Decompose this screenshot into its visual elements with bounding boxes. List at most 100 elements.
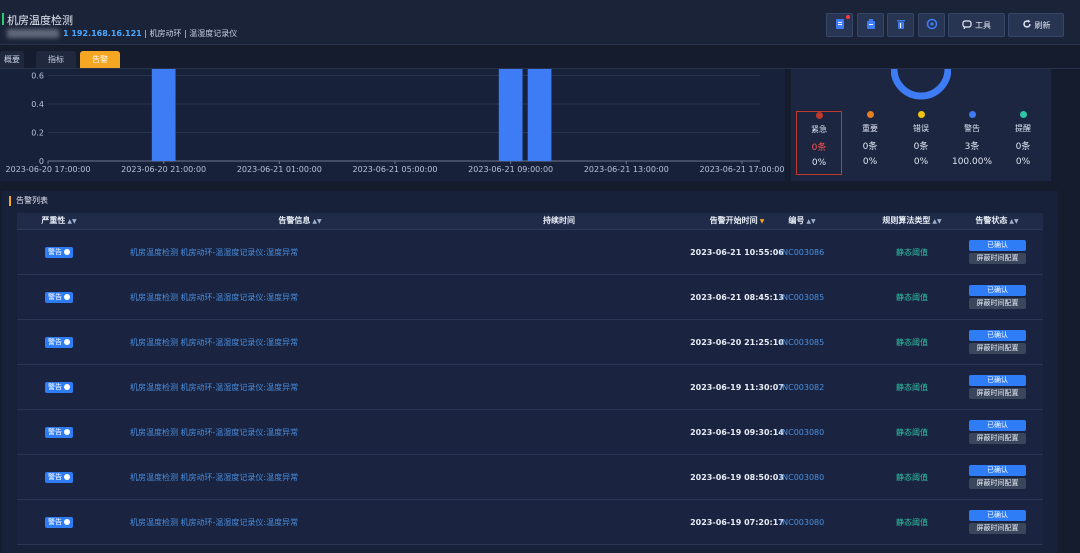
severity-badge[interactable]: 警告 <box>45 246 73 258</box>
x-tick-label: 2023-06-21 17:00:00 <box>700 165 785 174</box>
rule-type: 静态阈值 <box>896 292 928 302</box>
col-duration: 持续时间 <box>543 216 575 225</box>
acknowledged-button[interactable]: 已确认 <box>969 465 1026 476</box>
sort-icon: ▲▼ <box>67 218 77 225</box>
duration <box>499 500 619 544</box>
alert-code[interactable]: INC003082 <box>757 365 847 409</box>
mask-time-config-button[interactable]: 屏蔽时间配置 <box>969 433 1026 444</box>
mask-time-config-button[interactable]: 屏蔽时间配置 <box>969 343 1026 354</box>
y-tick-label: 0.2 <box>31 129 44 138</box>
severity-badge[interactable]: 警告 <box>45 426 73 438</box>
host-ip[interactable]: 1 192.168.16.121 <box>63 29 142 38</box>
severity-badge[interactable]: 警告 <box>45 291 73 303</box>
status-cell: 已确认 屏蔽时间配置 <box>969 410 1026 454</box>
table-row[interactable]: 警告 机房温度检测 机房动环-温湿度记录仪:温度异常 2023-06-19 11:3… <box>17 365 1043 410</box>
severity-dot <box>866 111 874 118</box>
col-status[interactable]: 告警状态 ▲▼ <box>957 213 1037 229</box>
redacted-host <box>7 29 59 38</box>
acknowledged-button[interactable]: 已确认 <box>969 510 1026 521</box>
alert-info[interactable]: 机房温度检测 机房动环-温湿度记录仪:温度异常 <box>130 410 510 454</box>
tab-metrics[interactable]: 指标 <box>36 51 76 68</box>
alert-code[interactable]: INC003085 <box>757 320 847 364</box>
host-path: 1 192.168.16.121 | 机房动环 | 温湿度记录仪 <box>7 28 237 39</box>
table-row[interactable]: 警告 机房温度检测 机房动环-温湿度记录仪:温度异常 2023-06-19 08:5… <box>17 455 1043 500</box>
duration <box>499 455 619 499</box>
col-code[interactable]: 编号 ▲▼ <box>757 213 847 229</box>
tab-overview[interactable]: 概要 <box>0 51 24 68</box>
status-cell: 已确认 屏蔽时间配置 <box>969 365 1026 409</box>
tab-alerts[interactable]: 告警 <box>80 51 120 68</box>
sort-icon: ▲▼ <box>932 218 942 225</box>
alert-trend-chart: 00.20.40.62023-06-20 17:00:00 2023-06-20 … <box>6 18 785 174</box>
col-rule[interactable]: 规则算法类型 ▲▼ <box>857 213 967 229</box>
severity-badge[interactable]: 警告 <box>45 381 73 393</box>
refresh-label: 刷新 <box>1034 20 1051 30</box>
severity-dot <box>815 112 823 119</box>
refresh-button[interactable]: 刷新 <box>1008 13 1064 37</box>
duration <box>499 365 619 409</box>
mask-time-config-button[interactable]: 屏蔽时间配置 <box>969 478 1026 489</box>
title-accent <box>2 13 4 25</box>
mask-time-config-button[interactable]: 屏蔽时间配置 <box>969 253 1026 264</box>
duration <box>499 410 619 454</box>
app-header: 机房温度检测 1 192.168.16.121 | 机房动环 | 温湿度记录仪 … <box>0 0 1080 45</box>
x-tick-label: 2023-06-21 01:00:00 <box>237 165 322 174</box>
acknowledged-button[interactable]: 已确认 <box>969 375 1026 386</box>
tools-icon <box>962 19 972 31</box>
table-row[interactable]: 警告 机房温度检测 机房动环-温湿度记录仪:温度异常 2023-06-19 07:2… <box>17 500 1043 545</box>
alert-info[interactable]: 机房温度检测 机房动环-温湿度记录仪:温度异常 <box>130 365 510 409</box>
x-tick-label: 2023-06-21 09:00:00 <box>468 165 553 174</box>
mask-time-config-button[interactable]: 屏蔽时间配置 <box>969 298 1026 309</box>
severity-badge[interactable]: 警告 <box>45 336 73 348</box>
acknowledged-button[interactable]: 已确认 <box>969 240 1026 251</box>
tools-button[interactable]: 工具 <box>948 13 1005 37</box>
chart-bar-1 <box>498 18 523 161</box>
lock-icon <box>64 519 70 525</box>
delete-icon <box>895 18 907 33</box>
alert-code[interactable]: INC003086 <box>757 230 847 274</box>
severity-label: 提醒 <box>1015 124 1031 133</box>
col-info[interactable]: 告警信息 ▲▼ <box>101 213 499 229</box>
x-tick-label: 2023-06-20 21:00:00 <box>121 165 206 174</box>
alert-info[interactable]: 机房温度检测 机房动环-温湿度记录仪:湿度异常 <box>130 230 510 274</box>
alert-info[interactable]: 机房温度检测 机房动环-温湿度记录仪:湿度异常 <box>130 320 510 364</box>
alert-code[interactable]: INC003080 <box>757 410 847 454</box>
severity-label: 错误 <box>913 124 929 133</box>
table-row[interactable]: 警告 机房温度检测 机房动环-温湿度记录仪:湿度异常 2023-06-21 10:5… <box>17 230 1043 275</box>
report-button[interactable] <box>826 13 853 37</box>
severity-percent: 100.00% <box>951 157 993 167</box>
alert-info[interactable]: 机房温度检测 机房动环-温湿度记录仪:温度异常 <box>130 455 510 499</box>
acknowledged-button[interactable]: 已确认 <box>969 285 1026 296</box>
table-row[interactable]: 警告 机房温度检测 机房动环-温湿度记录仪:湿度异常 2023-06-20 21:2… <box>17 320 1043 365</box>
alert-code[interactable]: INC003080 <box>757 500 847 544</box>
duration <box>499 320 619 364</box>
severity-badge[interactable]: 警告 <box>45 471 73 483</box>
delete-button[interactable] <box>887 13 914 37</box>
col-severity[interactable]: 严重性 ▲▼ <box>17 213 101 229</box>
alert-code[interactable]: INC003080 <box>757 455 847 499</box>
sort-icon: ▲▼ <box>806 218 816 225</box>
severity-card-3[interactable]: 警告 3条 100.00% <box>950 111 994 173</box>
severity-card-1[interactable]: 重要 0条 0% <box>848 111 892 173</box>
rule-type: 静态阈值 <box>896 382 928 392</box>
settings-button[interactable] <box>918 13 945 37</box>
severity-card-2[interactable]: 错误 0条 0% <box>899 111 943 173</box>
acknowledged-button[interactable]: 已确认 <box>969 420 1026 431</box>
edit-button[interactable] <box>857 13 884 37</box>
x-tick-label: 2023-06-21 13:00:00 <box>584 165 669 174</box>
mask-time-config-button[interactable]: 屏蔽时间配置 <box>969 388 1026 399</box>
duration <box>499 275 619 319</box>
mask-time-config-button[interactable]: 屏蔽时间配置 <box>969 523 1026 534</box>
severity-card-4[interactable]: 提醒 0条 0% <box>1001 111 1045 173</box>
acknowledged-button[interactable]: 已确认 <box>969 330 1026 341</box>
x-tick-label: 2023-06-21 05:00:00 <box>353 165 438 174</box>
severity-card-0[interactable]: 紧急 0条 0% <box>796 111 842 175</box>
severity-badge[interactable]: 警告 <box>45 516 73 528</box>
lock-icon <box>64 474 70 480</box>
table-row[interactable]: 警告 机房温度检测 机房动环-温湿度记录仪:温度异常 2023-06-19 09:3… <box>17 410 1043 455</box>
alert-info[interactable]: 机房温度检测 机房动环-温湿度记录仪:温度异常 <box>130 500 510 544</box>
table-row[interactable]: 警告 机房温度检测 机房动环-温湿度记录仪:湿度异常 2023-06-21 08:4… <box>17 275 1043 320</box>
alert-code[interactable]: INC003085 <box>757 275 847 319</box>
rule-type: 静态阈值 <box>896 247 928 257</box>
alert-info[interactable]: 机房温度检测 机房动环-温湿度记录仪:湿度异常 <box>130 275 510 319</box>
